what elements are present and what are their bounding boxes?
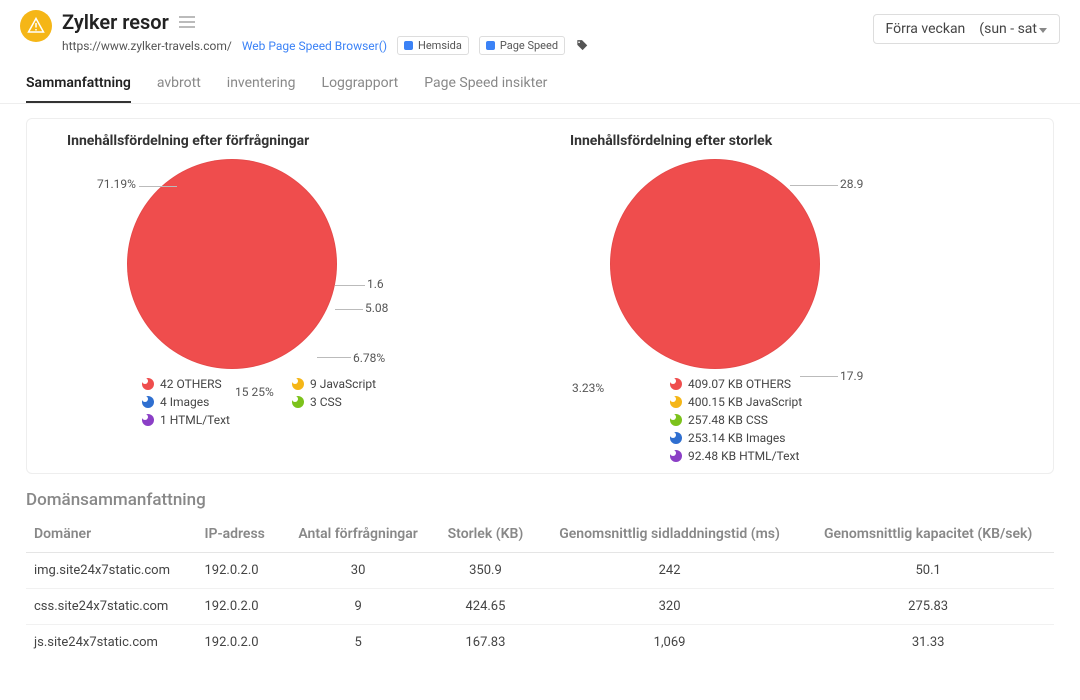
legend-item: 1 HTML/Text <box>142 413 292 427</box>
title-block: Zylker resor https://www.zylker-travels.… <box>62 10 589 55</box>
tab-inventory[interactable]: inventering <box>227 67 296 103</box>
chart-title-size: Innehållsfördelning efter storlek <box>570 133 1043 149</box>
pie-chart-size <box>610 159 820 369</box>
page-title: Zylker resor <box>62 10 169 34</box>
slice-label: 15 25% <box>235 385 274 399</box>
legend-item: 257.48 KB CSS <box>670 413 1043 427</box>
chip-pagespeed[interactable]: Page Speed <box>479 36 565 55</box>
tabs: Sammanfattning avbrott inventering Loggr… <box>0 67 1080 104</box>
chart-requests: Innehållsfördelning efter förfrågningar … <box>37 133 540 463</box>
th-ip[interactable]: IP-adress <box>196 516 282 553</box>
th-requests[interactable]: Antal förfrågningar <box>282 516 434 553</box>
tab-summary[interactable]: Sammanfattning <box>26 67 131 103</box>
chart-title-requests: Innehållsfördelning efter förfrågningar <box>67 133 540 149</box>
domain-summary-title: Domänsammanfattning <box>26 490 1054 510</box>
browser-link[interactable]: Web Page Speed Browser() <box>242 39 387 53</box>
th-size[interactable]: Storlek (KB) <box>434 516 537 553</box>
period-dropdown[interactable]: Förra veckan (sun - sat <box>873 14 1060 44</box>
charts-card: Innehållsfördelning efter förfrågningar … <box>26 118 1054 474</box>
legend-item: 400.15 KB JavaScript <box>670 395 1043 409</box>
table-row[interactable]: css.site24x7static.com192.0.2.09424.6532… <box>26 589 1054 625</box>
tab-pagespeed-insights[interactable]: Page Speed insikter <box>424 67 547 103</box>
th-domain[interactable]: Domäner <box>26 516 196 553</box>
tag-icon[interactable] <box>575 39 589 53</box>
legend-size: 409.07 KB OTHERS400.15 KB JavaScript257.… <box>670 377 1043 463</box>
table-row[interactable]: img.site24x7static.com192.0.2.030350.924… <box>26 553 1054 589</box>
th-loadtime[interactable]: Genomsnittlig sidladdningstid (ms) <box>537 516 802 553</box>
legend-item: 3 CSS <box>292 395 442 409</box>
period-range: (sun - sat <box>979 21 1047 37</box>
tab-outage[interactable]: avbrott <box>157 67 201 103</box>
slice-label: 71.19% <box>97 177 136 191</box>
menu-icon[interactable] <box>179 16 195 28</box>
period-label: Förra veckan <box>886 21 966 37</box>
table-row[interactable]: js.site24x7static.com192.0.2.05167.831,0… <box>26 625 1054 661</box>
legend-item: 253.14 KB Images <box>670 431 1043 445</box>
chart-size: Innehållsfördelning efter storlek 28.9 1… <box>540 133 1043 463</box>
chevron-down-icon <box>1039 28 1047 33</box>
legend-item: 9 JavaScript <box>292 377 442 391</box>
chip-homepage[interactable]: Hemsida <box>397 36 469 55</box>
slice-label: 3.23% <box>572 381 604 395</box>
legend-item: 92.48 KB HTML/Text <box>670 449 1043 463</box>
slice-label: 28.9 <box>840 177 863 191</box>
legend-requests: 42 OTHERS9 JavaScript4 Images3 CSS1 HTML… <box>142 377 540 427</box>
site-url: https://www.zylker-travels.com/ <box>62 39 232 53</box>
page-header: Zylker resor https://www.zylker-travels.… <box>0 0 1080 55</box>
th-capacity[interactable]: Genomsnittlig kapacitet (KB/sek) <box>802 516 1054 553</box>
slice-label: 5.08 <box>365 301 388 315</box>
tab-logreport[interactable]: Loggrapport <box>322 67 399 103</box>
slice-label: 6.78% <box>353 351 385 365</box>
domain-table: Domäner IP-adress Antal förfrågningar St… <box>26 516 1054 660</box>
slice-label: 17.9 <box>840 369 863 383</box>
site-logo-icon <box>20 10 52 42</box>
pie-chart-requests <box>127 159 337 369</box>
slice-label: 1.6 <box>367 277 384 291</box>
